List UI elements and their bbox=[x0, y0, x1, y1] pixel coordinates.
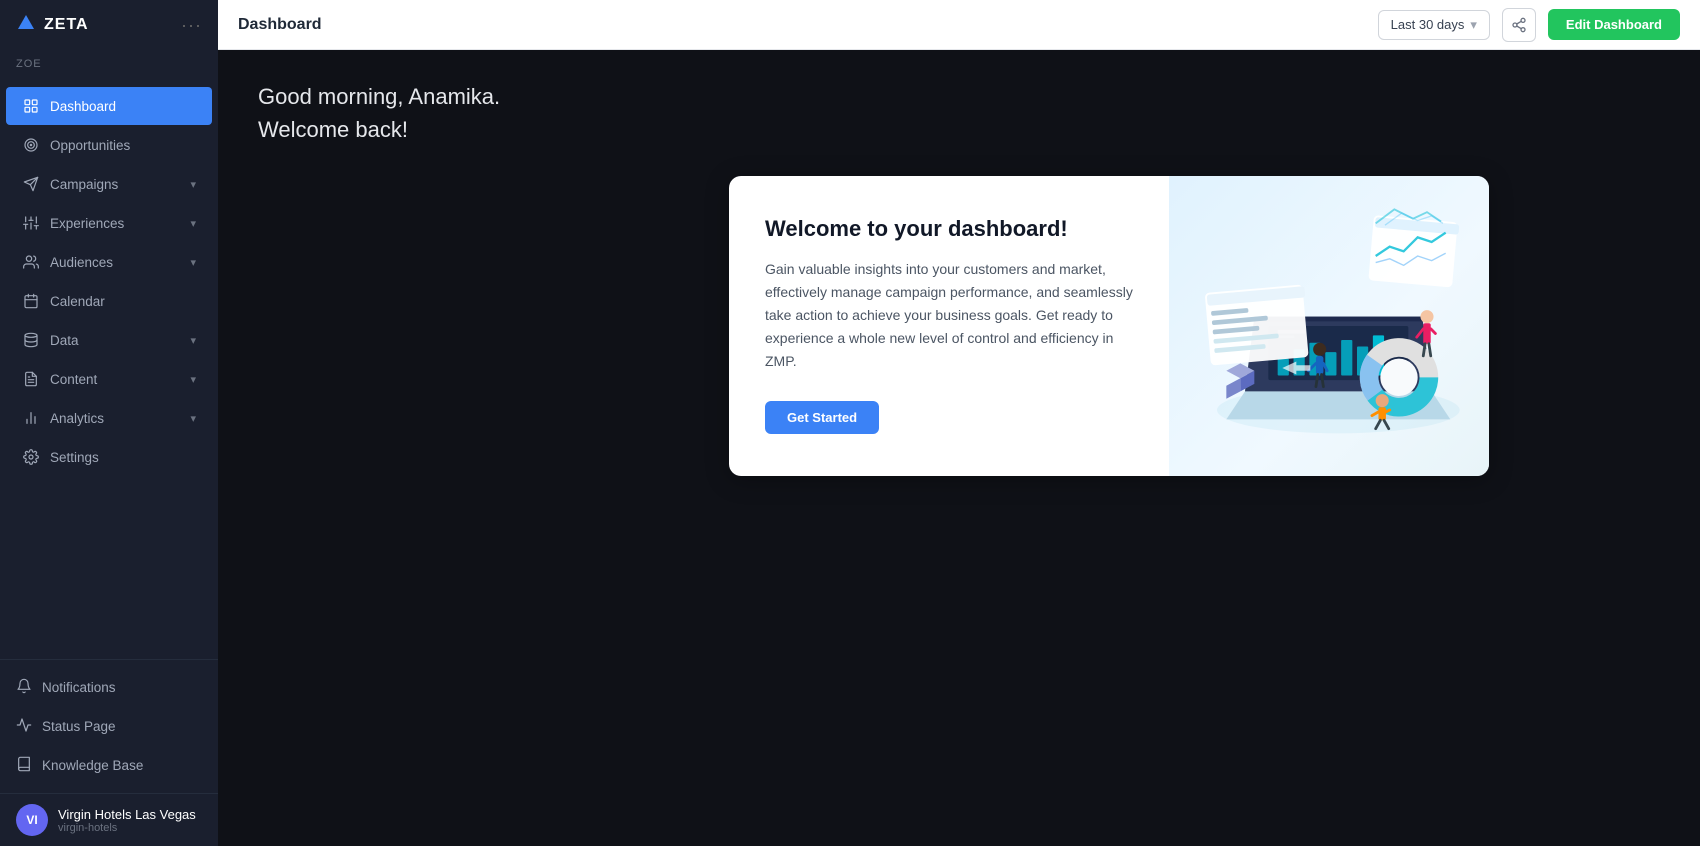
sidebar-item-campaigns[interactable]: Campaigns ▾ bbox=[6, 165, 212, 203]
sidebar-item-label: Content bbox=[50, 372, 97, 387]
users-icon bbox=[22, 253, 40, 271]
welcome-card-illustration bbox=[1169, 176, 1489, 476]
sidebar-item-settings[interactable]: Settings bbox=[6, 438, 212, 476]
welcome-card-description: Gain valuable insights into your custome… bbox=[765, 258, 1133, 373]
chevron-down-icon: ▾ bbox=[190, 412, 196, 425]
sidebar-item-content[interactable]: Content ▾ bbox=[6, 360, 212, 398]
bar-chart-icon bbox=[22, 409, 40, 427]
sidebar-item-label: Knowledge Base bbox=[42, 758, 143, 773]
sidebar-item-notifications[interactable]: Notifications bbox=[0, 668, 218, 707]
dashboard-illustration bbox=[1189, 196, 1469, 456]
sidebar-item-status-page[interactable]: Status Page bbox=[0, 707, 218, 746]
main-content: Good morning, Anamika. Welcome back! Wel… bbox=[218, 50, 1700, 846]
sidebar-logo-bar: ZETA ··· bbox=[0, 0, 218, 50]
sidebar-item-label: Settings bbox=[50, 450, 99, 465]
page-title: Dashboard bbox=[238, 16, 322, 34]
account-subdomain: virgin-hotels bbox=[58, 822, 196, 834]
share-icon bbox=[1511, 17, 1527, 33]
chevron-down-icon: ▾ bbox=[190, 334, 196, 347]
welcome-card-content: Welcome to your dashboard! Gain valuable… bbox=[729, 176, 1169, 476]
get-started-button[interactable]: Get Started bbox=[765, 401, 879, 434]
sidebar-more-button[interactable]: ··· bbox=[181, 15, 202, 36]
chevron-down-icon: ▾ bbox=[190, 217, 196, 230]
sidebar-nav: Dashboard Opportunities Campaigns ▾ Expe… bbox=[0, 82, 218, 659]
chevron-down-icon: ▾ bbox=[190, 373, 196, 386]
book-icon bbox=[16, 756, 32, 775]
sidebar-user-label: ZOE bbox=[0, 50, 218, 82]
calendar-icon bbox=[22, 292, 40, 310]
sidebar-item-dashboard[interactable]: Dashboard bbox=[6, 87, 212, 125]
account-name: Virgin Hotels Las Vegas bbox=[58, 807, 196, 822]
date-range-label: Last 30 days bbox=[1391, 17, 1465, 32]
sidebar-item-label: Dashboard bbox=[50, 99, 116, 114]
sidebar-item-label: Audiences bbox=[50, 255, 113, 270]
sidebar-item-audiences[interactable]: Audiences ▾ bbox=[6, 243, 212, 281]
app-logo[interactable]: ZETA bbox=[16, 13, 89, 38]
topbar-actions: Last 30 days ▾ Edit Dashboard bbox=[1378, 8, 1680, 42]
sidebar-item-knowledge-base[interactable]: Knowledge Base bbox=[0, 746, 218, 785]
send-icon bbox=[22, 175, 40, 193]
sidebar-item-label: Data bbox=[50, 333, 79, 348]
grid-icon bbox=[22, 97, 40, 115]
sidebar-item-opportunities[interactable]: Opportunities bbox=[6, 126, 212, 164]
sidebar-item-label: Calendar bbox=[50, 294, 105, 309]
activity-icon bbox=[16, 717, 32, 736]
database-icon bbox=[22, 331, 40, 349]
topbar: Dashboard Last 30 days ▾ Edit Dashboard bbox=[218, 0, 1700, 50]
sidebar-item-label: Campaigns bbox=[50, 177, 118, 192]
sidebar: ZETA ··· ZOE Dashboard Opportunities Cam… bbox=[0, 0, 218, 846]
sidebar-bottom: Notifications Status Page Knowledge Base bbox=[0, 659, 218, 793]
account-info: Virgin Hotels Las Vegas virgin-hotels bbox=[58, 807, 196, 834]
sidebar-item-label: Notifications bbox=[42, 680, 116, 695]
sidebar-item-calendar[interactable]: Calendar bbox=[6, 282, 212, 320]
file-icon bbox=[22, 370, 40, 388]
sliders-icon bbox=[22, 214, 40, 232]
sidebar-item-label: Analytics bbox=[50, 411, 104, 426]
sidebar-account[interactable]: VI Virgin Hotels Las Vegas virgin-hotels bbox=[0, 793, 218, 846]
chevron-down-icon: ▾ bbox=[190, 256, 196, 269]
greeting-text: Good morning, Anamika. Welcome back! bbox=[258, 80, 1660, 146]
edit-dashboard-button[interactable]: Edit Dashboard bbox=[1548, 9, 1680, 40]
main-area: Dashboard Last 30 days ▾ Edit Dashboard … bbox=[218, 0, 1700, 846]
sidebar-item-label: Experiences bbox=[50, 216, 124, 231]
sidebar-item-data[interactable]: Data ▾ bbox=[6, 321, 212, 359]
sidebar-item-label: Status Page bbox=[42, 719, 116, 734]
chevron-down-icon: ▾ bbox=[190, 178, 196, 191]
greeting-line1: Good morning, Anamika. bbox=[258, 80, 1660, 113]
date-range-selector[interactable]: Last 30 days ▾ bbox=[1378, 10, 1490, 40]
share-button[interactable] bbox=[1502, 8, 1536, 42]
chevron-down-icon: ▾ bbox=[1470, 17, 1477, 33]
zeta-logo-icon bbox=[16, 13, 36, 38]
greeting-line2: Welcome back! bbox=[258, 113, 1660, 146]
sidebar-item-experiences[interactable]: Experiences ▾ bbox=[6, 204, 212, 242]
bell-icon bbox=[16, 678, 32, 697]
app-name: ZETA bbox=[44, 16, 89, 34]
target-icon bbox=[22, 136, 40, 154]
avatar: VI bbox=[16, 804, 48, 836]
sidebar-item-analytics[interactable]: Analytics ▾ bbox=[6, 399, 212, 437]
welcome-card: Welcome to your dashboard! Gain valuable… bbox=[729, 176, 1489, 476]
settings-icon bbox=[22, 448, 40, 466]
welcome-card-title: Welcome to your dashboard! bbox=[765, 216, 1133, 242]
sidebar-item-label: Opportunities bbox=[50, 138, 130, 153]
